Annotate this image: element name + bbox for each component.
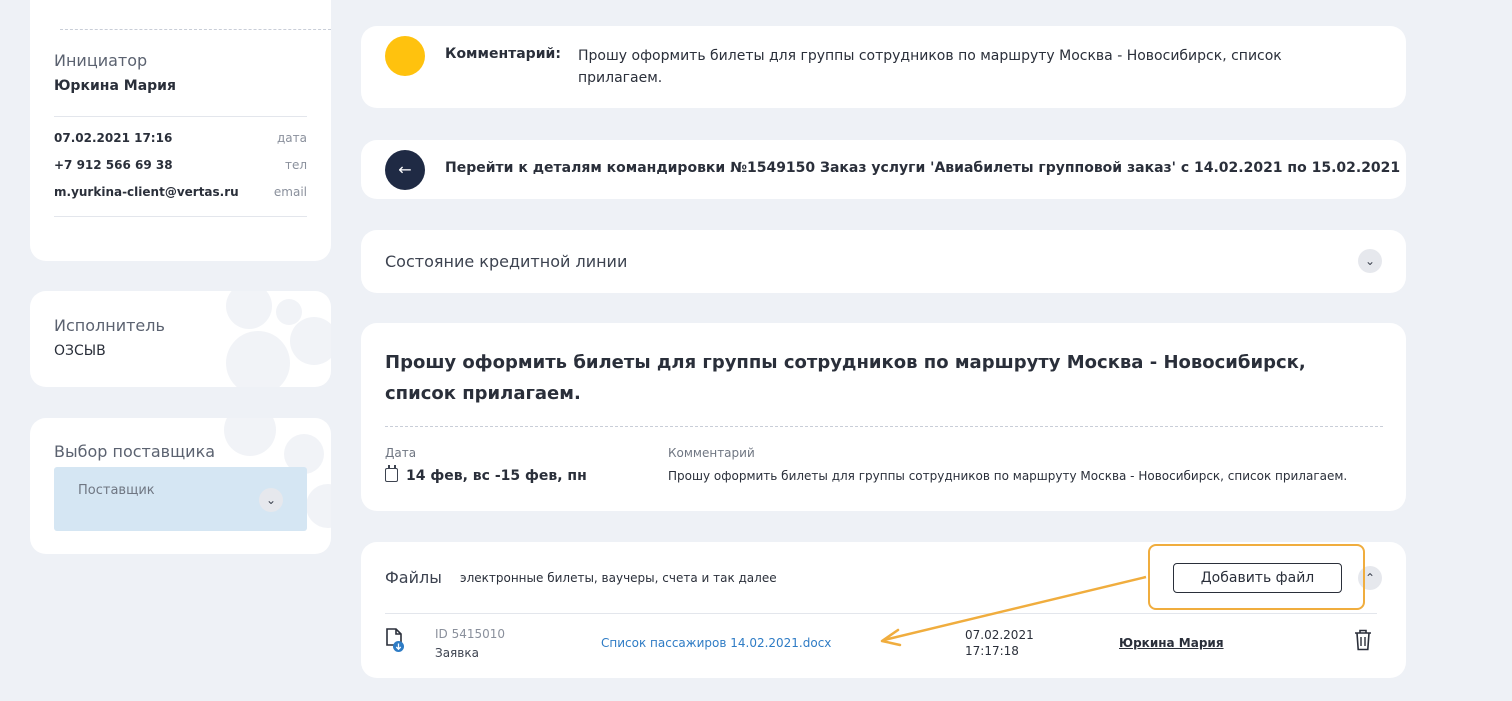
initiator-separator-bottom [54,216,307,217]
comment-text: Прошу оформить билеты для группы сотрудн… [578,48,1282,86]
date-label: Дата [385,446,417,460]
decor-bubble [290,317,331,365]
trash-icon[interactable] [1353,628,1373,652]
executor-name: ОЗСЫВ [54,343,106,359]
files-title: Файлы [385,568,442,587]
file-time: 17:17:18 [965,644,1019,658]
file-name-link[interactable]: Список пассажиров 14.02.2021.docx [601,636,831,650]
supplier-select[interactable]: Поставщик ⌄ [54,467,307,531]
chevron-down-icon[interactable]: ⌄ [259,488,283,512]
file-date: 07.02.2021 [965,628,1034,642]
files-divider [385,613,1377,614]
file-download-icon[interactable] [385,628,405,652]
decor-bubble [226,291,272,329]
initiator-card: Инициатор Юркина Мария 07.02.2021 17:16 … [30,0,331,261]
date-value: 14 фев, вс -15 фев, пн [406,468,587,484]
status-dot-icon [385,36,425,76]
trip-details-link[interactable]: ← Перейти к деталям командировки №154915… [361,140,1406,199]
initiator-phone-key: тел [284,158,307,172]
initiator-label: Инициатор [54,51,148,70]
calendar-icon [385,465,398,482]
comment-value: Прошу оформить билеты для группы сотрудн… [668,469,1348,483]
add-file-button[interactable]: Добавить файл [1173,563,1342,593]
credit-line-title: Состояние кредитной линии [385,252,628,271]
supplier-card: Выбор поставщика Поставщик ⌄ [30,418,331,554]
date-value-row: 14 фев, вс -15 фев, пн [385,465,587,484]
executor-card: Исполнитель ОЗСЫВ [30,291,331,387]
file-type: Заявка [435,646,479,660]
initiator-date-row: 07.02.2021 17:16 дата [54,131,307,149]
supplier-label: Выбор поставщика [54,442,216,461]
files-card: Файлы электронные билеты, ваучеры, счета… [361,542,1406,678]
request-title: Прошу оформить билеты для группы сотрудн… [385,352,1306,404]
comment-card: Комментарий: Прошу оформить билеты для г… [361,26,1406,108]
trip-details-text[interactable]: Перейти к деталям командировки №1549150 … [445,160,1400,176]
chevron-down-icon[interactable]: ⌄ [1358,249,1382,273]
decor-bubble [224,418,276,456]
supplier-placeholder: Поставщик [78,483,155,498]
initiator-phone-value: +7 912 566 69 38 [54,158,173,172]
initiator-email-key: email [273,185,307,199]
comment-label: Комментарий [668,446,755,460]
file-id: ID 5415010 [435,627,506,641]
initiator-date-value: 07.02.2021 17:16 [54,131,173,145]
files-hint: электронные билеты, ваучеры, счета и так… [460,571,777,585]
chevron-up-icon[interactable]: ⌃ [1358,566,1382,590]
initiator-date-key: дата [277,131,307,145]
decor-bubble [306,484,331,528]
decor-bubble [276,299,302,325]
request-details-card: Прошу оформить билеты для группы сотрудн… [361,323,1406,511]
details-divider [385,426,1383,427]
decor-bubble [226,331,290,387]
initiator-email-row: m.yurkina-client@vertas.ru email [54,185,307,203]
file-uploader-link[interactable]: Юркина Мария [1119,636,1224,650]
initiator-separator-top [54,116,307,117]
credit-line-accordion[interactable]: Состояние кредитной линии ⌄ [361,230,1406,293]
arrow-left-icon[interactable]: ← [385,150,425,190]
initiator-phone-row: +7 912 566 69 38 тел [54,158,307,176]
initiator-email-value: m.yurkina-client@vertas.ru [54,185,239,199]
comment-key: Комментарий: [445,46,561,62]
file-datetime: 07.02.2021 17:17:18 [965,627,1034,659]
executor-label: Исполнитель [54,316,165,335]
initiator-divider [60,29,331,30]
initiator-name: Юркина Мария [54,78,176,94]
